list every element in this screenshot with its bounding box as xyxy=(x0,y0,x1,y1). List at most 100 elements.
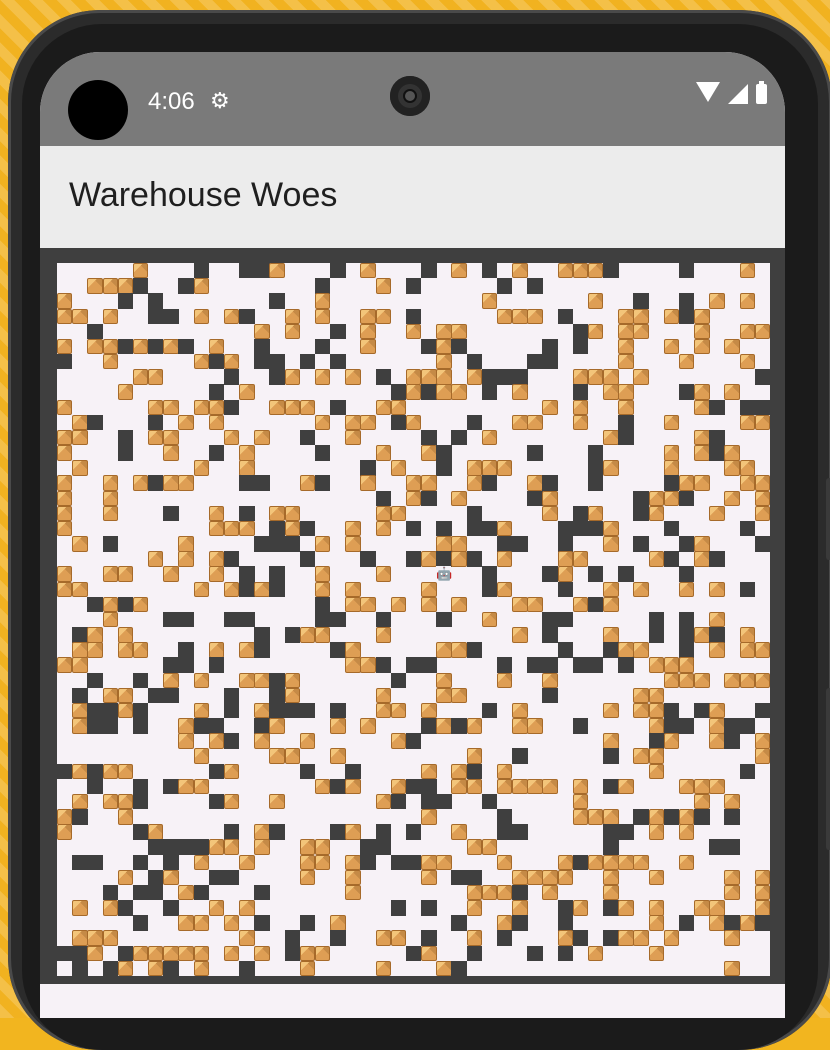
crate-tile xyxy=(694,384,710,400)
crate-tile xyxy=(132,475,149,491)
crate-tile xyxy=(754,490,771,507)
crate-tile xyxy=(390,733,407,749)
crate-tile xyxy=(360,323,376,340)
crate-tile xyxy=(512,718,528,734)
crate-tile xyxy=(648,869,665,886)
wall-tile xyxy=(148,884,164,901)
crate-tile xyxy=(269,718,285,734)
wall-tile xyxy=(360,551,376,567)
crate-tile xyxy=(132,263,149,279)
wall-tile xyxy=(102,884,118,901)
wall-tile xyxy=(102,718,118,734)
wall-tile xyxy=(421,429,437,446)
wall-tile xyxy=(587,445,604,461)
crate-tile xyxy=(633,581,649,598)
robot-icon[interactable]: 🤖 xyxy=(436,566,452,582)
crate-tile xyxy=(724,490,740,507)
wall-tile xyxy=(87,672,103,689)
wall-tile xyxy=(284,945,301,962)
crate-tile xyxy=(102,338,118,355)
wall-tile xyxy=(163,657,179,673)
wall-tile xyxy=(496,536,513,552)
wall-tile xyxy=(254,627,270,643)
crate-tile xyxy=(572,263,589,279)
crate-tile xyxy=(193,399,209,415)
crate-tile xyxy=(102,475,118,491)
wall-tile xyxy=(163,900,179,916)
crate-tile xyxy=(663,930,680,946)
wall-tile xyxy=(466,945,483,962)
crate-tile xyxy=(496,581,513,598)
wall-tile xyxy=(299,915,316,931)
wall-tile xyxy=(314,475,331,491)
crate-tile xyxy=(663,308,680,324)
wall-tile xyxy=(405,824,422,840)
crate-tile xyxy=(314,778,331,795)
wall-tile xyxy=(603,824,619,840)
wall-tile xyxy=(512,536,528,552)
wall-tile xyxy=(481,475,498,491)
crate-tile xyxy=(299,960,316,977)
wall-tile xyxy=(299,520,316,537)
crate-tile xyxy=(405,414,422,431)
wall-tile xyxy=(269,293,285,309)
crate-tile xyxy=(390,596,407,613)
wall-tile xyxy=(724,915,740,931)
wall-tile xyxy=(709,429,725,446)
crate-tile xyxy=(360,414,376,431)
crate-tile xyxy=(102,900,118,916)
crate-tile xyxy=(648,551,665,567)
wall-tile xyxy=(678,308,695,324)
crate-tile xyxy=(299,839,316,855)
wall-tile xyxy=(572,323,589,340)
crate-tile xyxy=(163,338,179,355)
wall-tile xyxy=(269,581,285,598)
wall-tile xyxy=(481,263,498,279)
wall-tile xyxy=(223,551,240,567)
wall-tile xyxy=(633,809,649,825)
crate-tile xyxy=(421,475,437,491)
crate-tile xyxy=(709,702,725,719)
crate-tile xyxy=(678,809,695,825)
crate-tile xyxy=(360,657,376,673)
crate-tile xyxy=(694,672,710,689)
crate-tile xyxy=(345,869,361,886)
wall-tile xyxy=(678,536,695,552)
crate-tile xyxy=(542,399,558,415)
wall-tile xyxy=(239,263,255,279)
wall-tile xyxy=(421,338,437,355)
wall-tile xyxy=(678,263,695,279)
crate-tile xyxy=(466,460,483,476)
wall-tile xyxy=(481,384,498,400)
wall-tile xyxy=(208,657,225,673)
wall-tile xyxy=(451,429,467,446)
crate-tile xyxy=(239,384,255,400)
crate-tile xyxy=(694,323,710,340)
warehouse-grid[interactable]: 🤖 xyxy=(57,263,771,977)
power-button xyxy=(826,688,830,850)
crate-tile xyxy=(163,945,179,962)
crate-tile xyxy=(57,308,73,324)
wall-tile xyxy=(390,900,407,916)
crate-tile xyxy=(345,854,361,871)
crate-tile xyxy=(451,490,467,507)
crate-tile xyxy=(208,566,225,582)
wall-tile xyxy=(299,763,316,780)
wall-tile xyxy=(709,445,725,461)
volume-button xyxy=(826,478,830,560)
wall-tile xyxy=(678,384,695,400)
wall-tile xyxy=(239,581,255,598)
wall-tile xyxy=(163,854,179,871)
crate-tile xyxy=(421,763,437,780)
crate-tile xyxy=(481,429,498,446)
wall-tile xyxy=(739,581,756,598)
crate-tile xyxy=(421,596,437,613)
crate-tile xyxy=(694,429,710,446)
crate-tile xyxy=(223,793,240,810)
crate-tile xyxy=(102,793,118,810)
wall-tile xyxy=(542,611,558,628)
wall-tile xyxy=(299,702,316,719)
crate-tile xyxy=(724,869,740,886)
wall-tile xyxy=(178,657,194,673)
crate-tile xyxy=(542,869,558,886)
